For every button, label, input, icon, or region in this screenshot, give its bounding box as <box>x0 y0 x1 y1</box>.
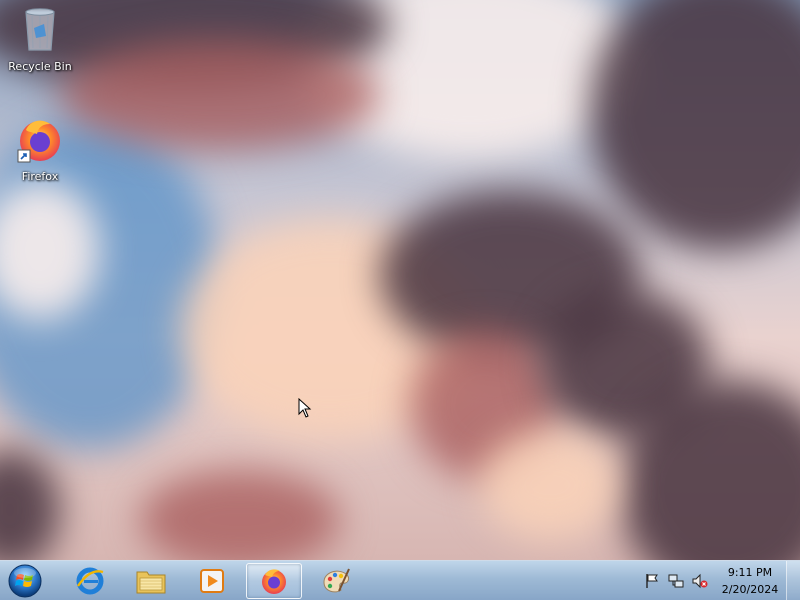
clock-time: 9:11 PM <box>727 566 773 579</box>
network-icon[interactable] <box>668 573 684 589</box>
taskbar-windows-explorer[interactable] <box>123 563 179 599</box>
folder-icon <box>136 571 166 594</box>
action-center-flag-icon[interactable] <box>644 573 660 589</box>
internet-explorer-icon <box>76 567 104 595</box>
desktop-icon-label: Recycle Bin <box>8 60 72 73</box>
taskbar: 9:11 PM 2/20/2024 <box>0 560 800 601</box>
wallpaper-cloud <box>60 40 380 150</box>
taskbar-paint[interactable] <box>308 563 364 599</box>
desktop-icon-label: Firefox <box>21 170 59 183</box>
paint-palette-icon <box>323 568 350 593</box>
wallpaper-cloud <box>590 0 800 250</box>
desktop-background[interactable]: Recycle Bin Firefox <box>0 0 800 560</box>
firefox-icon <box>17 120 60 163</box>
recycle-bin-icon <box>25 8 55 51</box>
show-desktop-button[interactable] <box>786 561 800 601</box>
wallpaper-cloud <box>140 470 340 560</box>
taskbar-firefox[interactable] <box>246 563 302 599</box>
volume-muted-icon[interactable] <box>692 573 708 589</box>
taskbar-internet-explorer[interactable] <box>62 563 118 599</box>
media-player-icon <box>200 569 224 593</box>
desktop-icon-recycle-bin[interactable]: Recycle Bin <box>2 6 78 73</box>
taskbar-media-player[interactable] <box>184 563 240 599</box>
wallpaper-cloud <box>480 430 620 540</box>
clock-date: 2/20/2024 <box>721 583 779 596</box>
mouse-cursor-icon <box>298 398 312 418</box>
firefox-icon <box>262 569 286 594</box>
start-button[interactable] <box>6 563 44 599</box>
desktop-icon-firefox[interactable]: Firefox <box>2 116 78 183</box>
system-tray <box>640 561 712 601</box>
wallpaper-cloud <box>0 450 60 560</box>
taskbar-clock[interactable]: 9:11 PM 2/20/2024 <box>716 564 784 598</box>
windows-logo-icon <box>8 564 42 598</box>
